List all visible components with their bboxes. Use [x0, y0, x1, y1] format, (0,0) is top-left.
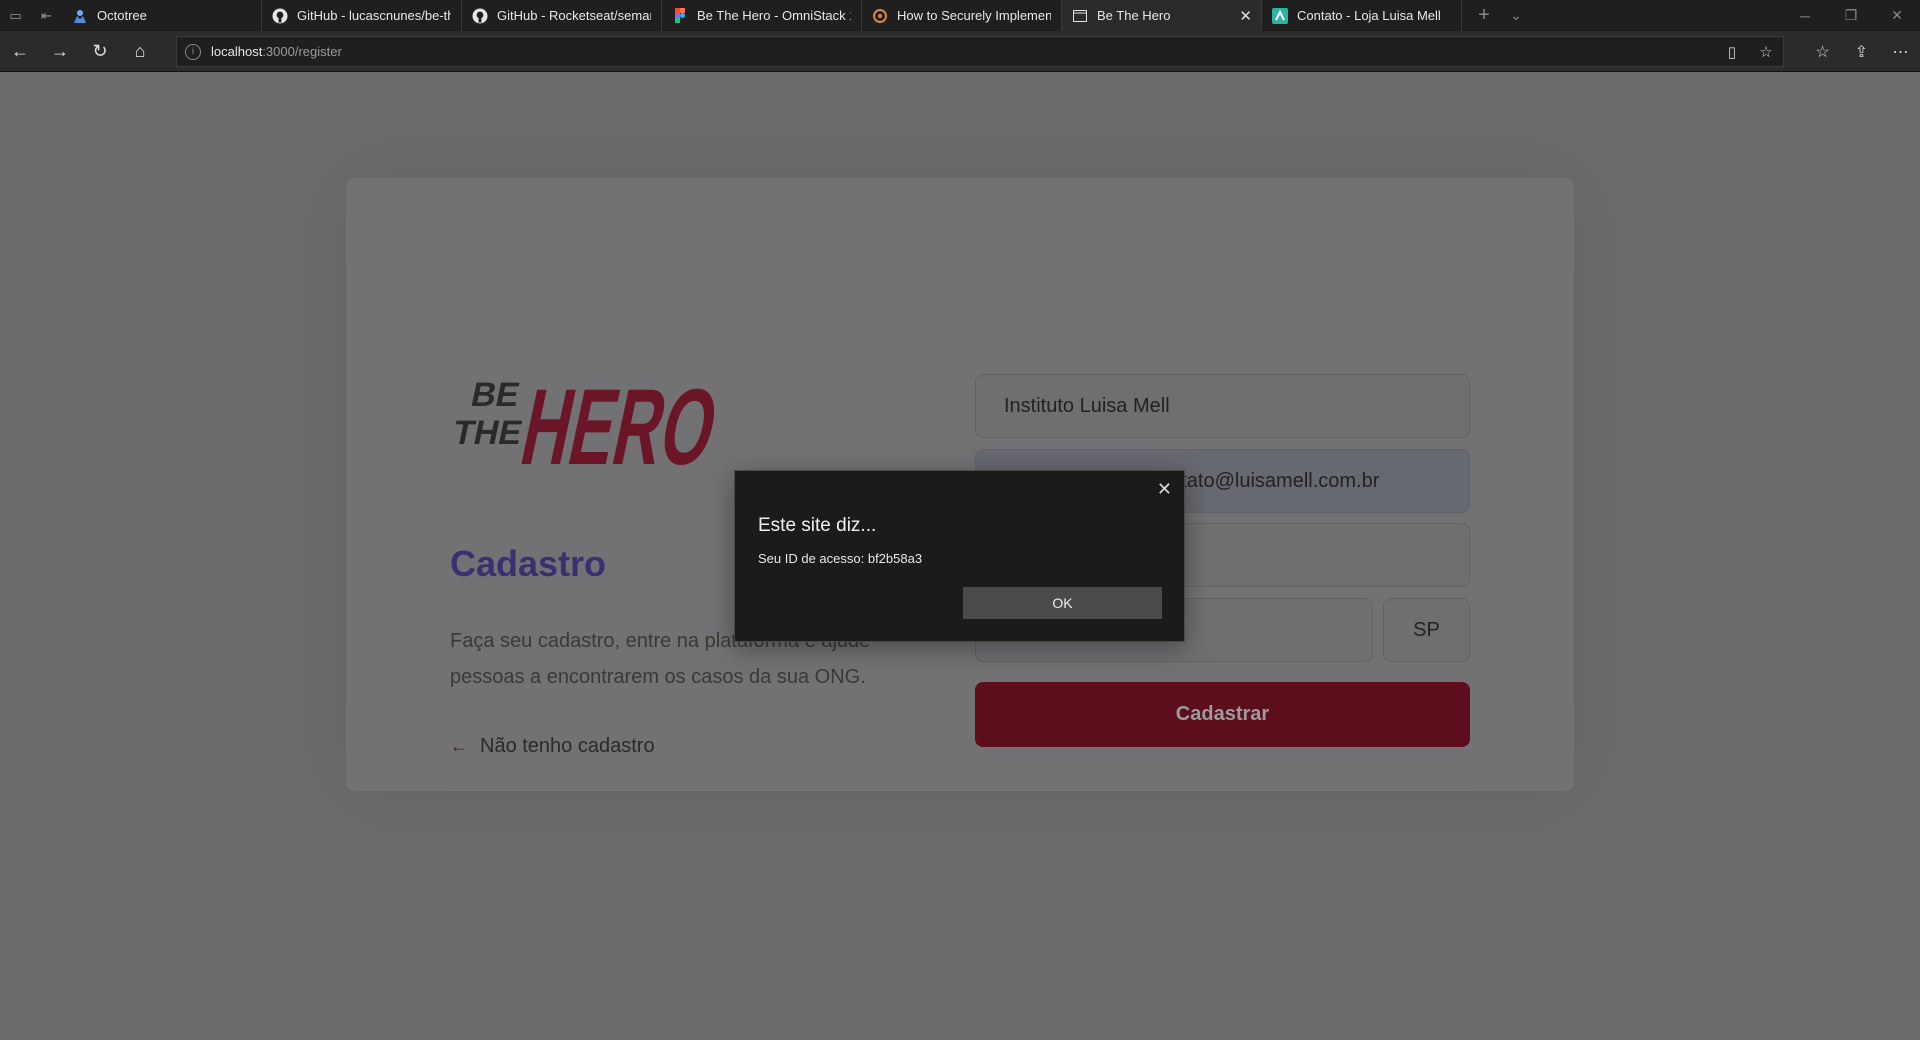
- tab-contato-loja-luisa-mell[interactable]: Contato - Loja Luisa Mell: [1262, 0, 1462, 31]
- alert-dialog: ✕ Este site diz... Seu ID de acesso: bf2…: [734, 470, 1185, 642]
- url-host: localhost: [211, 44, 263, 59]
- tab-list-chevron-icon[interactable]: ⌄: [1500, 0, 1532, 31]
- uf-input[interactable]: SP: [1383, 598, 1470, 662]
- dialog-title: Este site diz...: [758, 515, 877, 536]
- set-aside-tabs-icon[interactable]: ⇤: [31, 0, 62, 31]
- window-controls: ─ ❐ ✕: [1782, 0, 1920, 31]
- no-account-link-label: Não tenho cadastro: [480, 735, 655, 757]
- tab-github-be-the-hero[interactable]: GitHub - lucascnunes/be-th: [262, 0, 462, 31]
- github-icon: [472, 8, 488, 24]
- ok-button[interactable]: OK: [963, 587, 1162, 619]
- dialog-message: Seu ID de acesso: bf2b58a3: [758, 551, 923, 566]
- tab-preview-icon[interactable]: ▭: [0, 0, 31, 31]
- tab-bar: ▭ ⇤ Octotree GitHub - lucascnunes/be-th …: [0, 0, 1920, 31]
- tab-octotree[interactable]: Octotree: [62, 0, 262, 31]
- no-account-link[interactable]: ← Não tenho cadastro: [450, 735, 655, 758]
- tab-how-to-securely-implement[interactable]: How to Securely Implement: [862, 0, 1062, 31]
- logo-hero-text: HERO: [512, 367, 725, 474]
- github-icon: [272, 8, 288, 24]
- back-arrow-icon[interactable]: ←: [0, 31, 40, 72]
- figma-icon: [672, 7, 688, 24]
- close-window-icon[interactable]: ✕: [1874, 0, 1920, 31]
- refresh-icon[interactable]: ↻: [80, 31, 120, 72]
- close-icon[interactable]: ✕: [1157, 479, 1172, 500]
- site-info-icon[interactable]: i: [185, 43, 201, 60]
- reading-view-icon[interactable]: ▯: [1715, 43, 1749, 61]
- register-button[interactable]: Cadastrar: [975, 682, 1470, 747]
- blog-icon: [872, 8, 888, 24]
- home-icon[interactable]: ⌂: [120, 31, 160, 72]
- tab-figma-be-the-hero[interactable]: Be The Hero - OmniStack 1: [662, 0, 862, 31]
- navigation-bar: ← → ↻ ⌂ i localhost :3000/register ▯ ☆ ☆…: [0, 31, 1920, 72]
- tab-be-the-hero[interactable]: Be The Hero ✕: [1062, 0, 1262, 31]
- url-path: :3000/register: [262, 44, 342, 59]
- new-tab-icon[interactable]: +: [1468, 0, 1500, 31]
- ngo-name-input[interactable]: Instituto Luisa Mell: [975, 374, 1470, 438]
- page-icon: [1072, 8, 1088, 24]
- forward-arrow-icon[interactable]: →: [40, 31, 80, 72]
- more-menu-icon[interactable]: ⋯: [1881, 31, 1920, 72]
- octotree-icon: [72, 8, 88, 24]
- store-icon: [1272, 7, 1288, 24]
- minimize-icon[interactable]: ─: [1782, 0, 1828, 31]
- restore-icon[interactable]: ❐: [1828, 0, 1874, 31]
- favorite-star-icon[interactable]: ☆: [1749, 43, 1783, 61]
- tab-github-rocketseat[interactable]: GitHub - Rocketseat/seman: [462, 0, 662, 31]
- page-title: Cadastro: [450, 543, 607, 584]
- logo-the-text: THE: [450, 414, 526, 452]
- arrow-left-icon: ←: [450, 736, 468, 756]
- be-the-hero-logo: BE THE HERO: [450, 356, 728, 488]
- share-icon[interactable]: ⇪: [1842, 31, 1881, 72]
- address-bar[interactable]: i localhost :3000/register ▯ ☆: [176, 36, 1784, 67]
- close-tab-icon[interactable]: ✕: [1239, 7, 1252, 25]
- favorites-list-icon[interactable]: ☆: [1803, 31, 1842, 72]
- logo-be-text: BE: [468, 376, 523, 414]
